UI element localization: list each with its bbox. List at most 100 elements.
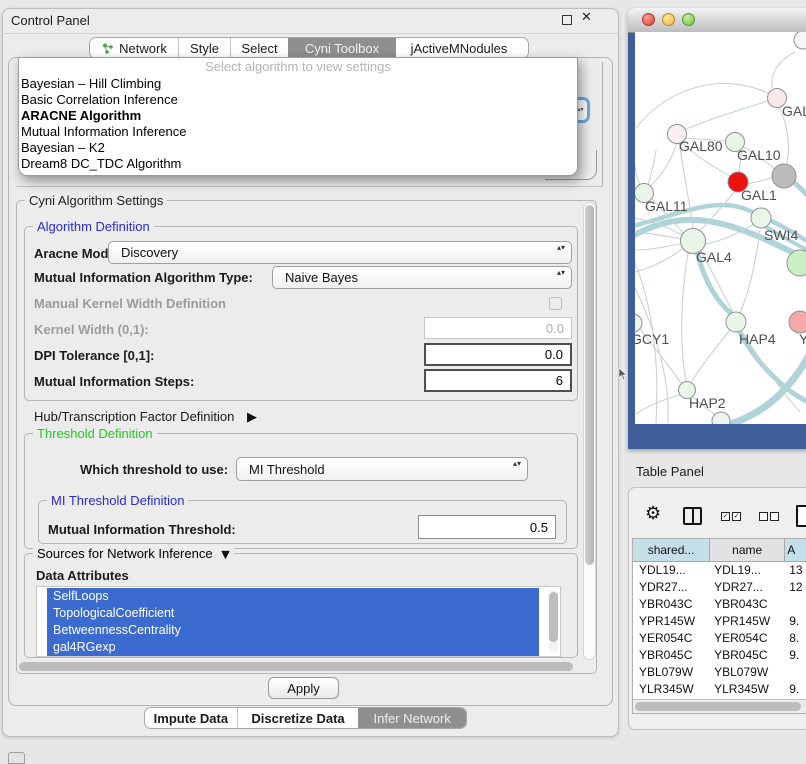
table-row[interactable]: YDL19... YDL19... 13 <box>633 562 806 579</box>
desktop: { "colors": { "selected_tab_bg": "#8f8f8… <box>0 0 806 762</box>
minimize-traffic-light[interactable] <box>662 13 675 26</box>
node-label: GAL80 <box>679 138 723 154</box>
mi-type-label: Mutual Information Algorithm Type: <box>34 270 253 285</box>
control-panel-titlebar[interactable]: Control Panel ✕ <box>2 8 619 34</box>
table-hscrollbar-thumb[interactable] <box>635 702 801 711</box>
settings-hscrollbar-thumb[interactable] <box>19 662 573 671</box>
list-item[interactable]: gal4RGexp <box>47 639 539 656</box>
tab-infer-network[interactable]: Infer Network <box>358 708 466 728</box>
mi-steps-field[interactable]: 6 <box>424 369 572 392</box>
close-icon[interactable]: ✕ <box>581 10 592 25</box>
table-hscrollbar[interactable] <box>633 699 806 713</box>
table-row[interactable]: YPR145W YPR145W 9. <box>633 613 806 630</box>
table-row[interactable]: YBR043C YBR043C <box>633 596 806 613</box>
network-window[interactable]: GAL GAL80 GAL10 GAL1 GAL11 SWI4 GAL4 GCY… <box>628 8 806 449</box>
table-row[interactable]: YER054C YER054C 8. <box>633 630 806 647</box>
zoom-traffic-light[interactable] <box>682 13 695 26</box>
combo-arrows-icon: ▴▾ <box>557 268 565 277</box>
mi-threshold-label: Mutual Information Threshold: <box>48 522 236 537</box>
node-label: GAL11 <box>645 198 688 214</box>
popup-item[interactable]: Bayesian – K2 <box>19 140 577 156</box>
manual-kernel-label: Manual Kernel Width Definition <box>34 296 226 311</box>
aracne-mode-select[interactable]: Discovery ▴▾ <box>108 241 572 264</box>
table-panel-title: Table Panel <box>636 464 704 479</box>
node-table: shared... name A YDL19... YDL19... 13 YD… <box>632 538 806 714</box>
popup-item[interactable]: Dream8 DC_TDC Algorithm <box>19 156 577 172</box>
table-row[interactable]: YBL079W YBL079W <box>633 664 806 681</box>
clipped-corner-button[interactable] <box>8 752 25 764</box>
collapse-down-icon: ▼ <box>221 548 229 561</box>
list-item[interactable]: BetweennessCentrality <box>47 622 539 639</box>
node[interactable] <box>789 311 806 333</box>
settings-hscrollbar[interactable] <box>18 661 577 672</box>
document-icon[interactable] <box>796 505 806 527</box>
network-window-titlebar[interactable] <box>628 8 806 33</box>
node[interactable] <box>772 164 796 188</box>
popup-item[interactable]: Bayesian – Hill Climbing <box>19 76 577 92</box>
hub-definition-toggle[interactable]: Hub/Transcription Factor Definition ▶ <box>34 409 257 425</box>
sources-group-title[interactable]: Sources for Network Inference ▼ <box>33 546 234 561</box>
tab-cyni-toolbox[interactable]: Cyni Toolbox <box>288 38 396 58</box>
list-scrollbar-thumb[interactable] <box>549 592 558 642</box>
close-traffic-light[interactable] <box>642 13 655 26</box>
node[interactable] <box>751 208 771 228</box>
node[interactable] <box>635 314 642 332</box>
table-row[interactable]: YBR045C YBR045C 9. <box>633 647 806 664</box>
tab-network[interactable]: Network <box>90 38 178 58</box>
bottom-tab-strip: Impute Data Discretize Data Infer Networ… <box>144 707 467 729</box>
gear-icon[interactable]: ⚙ <box>645 503 661 524</box>
tab-select[interactable]: Select <box>230 38 288 58</box>
popup-item[interactable]: Mutual Information Inference <box>19 124 577 140</box>
node-label: GAL <box>782 103 806 119</box>
node-label: GCY1 <box>635 331 669 347</box>
list-item[interactable]: SelfLoops <box>47 588 539 605</box>
node-label: GAL10 <box>737 147 781 163</box>
settings-scrollbar[interactable] <box>583 202 596 660</box>
kernel-width-field: 0.0 <box>424 317 572 339</box>
popup-item[interactable]: ARACNE Algorithm <box>19 108 577 124</box>
combo-arrows-icon: ▴▾ <box>557 243 565 252</box>
algorithm-definition-title: Algorithm Definition <box>33 219 154 234</box>
dpi-tolerance-field[interactable]: 0.0 <box>424 343 572 366</box>
tab-discretize-data[interactable]: Discretize Data <box>237 708 359 728</box>
tab-impute-data[interactable]: Impute Data <box>145 708 237 728</box>
unchecked-columns-icon[interactable] <box>759 512 779 521</box>
data-attributes-label: Data Attributes <box>36 568 129 583</box>
mouse-cursor <box>618 368 628 381</box>
panel-tab-strip: Network Style Select Cyni Toolbox jActiv… <box>89 37 529 59</box>
which-threshold-select[interactable]: MI Threshold ▴▾ <box>236 457 528 481</box>
mi-threshold-field[interactable]: 0.5 <box>418 515 556 539</box>
table-body[interactable]: YDL19... YDL19... 13 YDR27... YDR27... 1… <box>633 562 806 701</box>
node[interactable] <box>726 312 746 332</box>
cyni-settings-group-title: Cyni Algorithm Settings <box>25 193 167 208</box>
node-label: HAP2 <box>689 395 726 411</box>
network-icon <box>101 42 114 55</box>
combo-arrows-icon: ▴▾ <box>513 459 521 468</box>
mi-type-select[interactable]: Naive Bayes ▴▾ <box>272 266 572 289</box>
node-label: HAP4 <box>739 331 776 347</box>
network-canvas[interactable]: GAL GAL80 GAL10 GAL1 GAL11 SWI4 GAL4 GCY… <box>635 32 806 424</box>
column-header-clipped[interactable]: A <box>785 539 806 561</box>
data-attributes-list[interactable]: SelfLoops TopologicalCoefficient Between… <box>36 586 561 657</box>
column-header-name[interactable]: name <box>710 539 785 561</box>
tab-style[interactable]: Style <box>178 38 230 58</box>
popup-placeholder: Select algorithm to view settings <box>19 58 577 76</box>
list-item[interactable]: TopologicalCoefficient <box>47 605 539 622</box>
node-label: GAL4 <box>696 249 732 265</box>
list-scrollbar[interactable] <box>549 590 558 652</box>
tab-jactivemnodules[interactable]: jActiveMNodules <box>396 38 522 58</box>
node-label: Y <box>799 331 806 347</box>
checked-columns-icon[interactable]: ✓ ✓ <box>721 512 741 521</box>
settings-scrollbar-thumb[interactable] <box>585 205 594 565</box>
popup-item[interactable]: Basic Correlation Inference <box>19 92 577 108</box>
manual-kernel-checkbox[interactable] <box>549 297 562 310</box>
table-row[interactable]: YLR345W YLR345W 9. <box>633 681 806 698</box>
node[interactable] <box>794 32 806 49</box>
mi-threshold-group-title: MI Threshold Definition <box>47 493 188 508</box>
float-icon[interactable] <box>562 15 572 25</box>
column-header-shared-name[interactable]: shared... <box>633 539 710 561</box>
table-row[interactable]: YDR27... YDR27... 12 <box>633 579 806 596</box>
mi-steps-label: Mutual Information Steps: <box>34 374 194 389</box>
apply-button[interactable]: Apply <box>268 677 339 699</box>
split-columns-icon[interactable] <box>683 507 702 525</box>
